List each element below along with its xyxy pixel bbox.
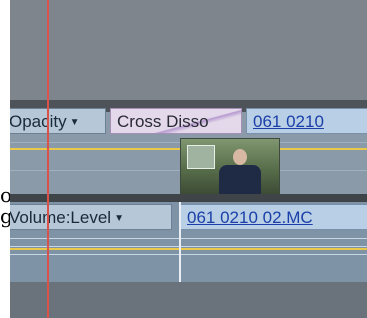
timeline-ruler-area <box>10 0 367 101</box>
timeline-panel: Opacity ▼ Cross Disso 061 0210 Volume:Lev… <box>10 0 367 318</box>
audio-clip-label: 061 0210 02.MC <box>187 208 313 227</box>
volume-level-parameter-menu[interactable]: Volume:Level ▼ <box>10 204 172 230</box>
video-clip-061-0210[interactable]: 061 0210 <box>246 108 367 134</box>
playhead[interactable] <box>47 0 49 318</box>
volume-keyframe-line[interactable] <box>10 248 367 250</box>
audio-clip-061-0210-02[interactable]: 061 0210 02.MC <box>180 204 367 230</box>
video-clip-label: 061 0210 <box>253 112 324 131</box>
volume-menu-label: Volume:Level <box>10 208 112 227</box>
chevron-down-icon: ▼ <box>69 117 80 128</box>
video-clip-thumbnail <box>180 138 280 196</box>
opacity-menu-label: Opacity <box>10 112 67 131</box>
opacity-parameter-menu[interactable]: Opacity ▼ <box>10 108 106 134</box>
chevron-down-icon: ▼ <box>114 213 124 224</box>
timeline-bottom-area <box>10 282 367 318</box>
audio-clip-boundary <box>179 202 181 282</box>
cross-dissolve-transition[interactable]: Cross Disso <box>110 108 242 134</box>
track-separator <box>10 194 367 202</box>
transition-label: Cross Disso <box>117 112 209 131</box>
